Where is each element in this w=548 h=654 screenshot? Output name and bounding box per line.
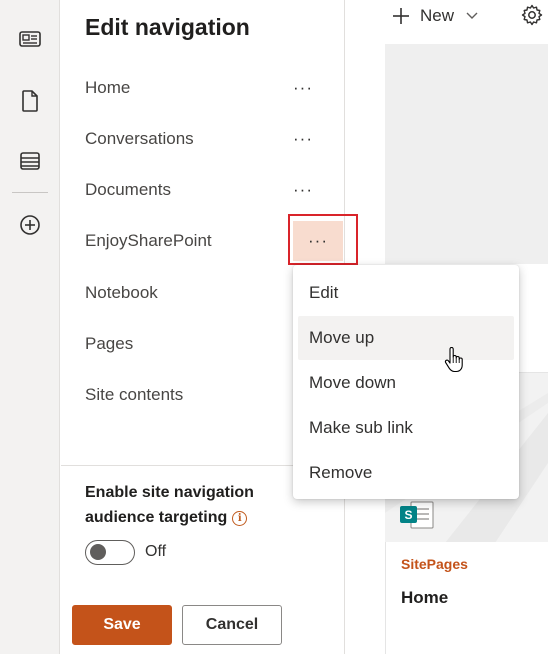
nav-item-label: Notebook: [85, 283, 158, 302]
nav-item-label: Pages: [85, 334, 134, 353]
nav-item-label: Home: [85, 78, 131, 97]
chevron-down-icon: [466, 12, 478, 19]
context-menu: Edit Move up Move down Make sub link Rem…: [293, 265, 519, 499]
audience-targeting-text: Enable site navigation audience targetin…: [85, 484, 254, 526]
card-title[interactable]: Home: [401, 588, 448, 608]
gear-icon[interactable]: [521, 4, 543, 26]
menu-item-remove[interactable]: Remove: [298, 451, 514, 495]
menu-item-edit[interactable]: Edit: [298, 271, 514, 315]
list-icon[interactable]: [16, 147, 44, 175]
info-icon[interactable]: i: [232, 511, 248, 526]
svg-text:S: S: [404, 508, 412, 522]
toggle-knob: [90, 544, 106, 560]
add-circle-icon[interactable]: [16, 211, 44, 239]
nav-item-label: EnjoySharePoint: [85, 231, 212, 250]
new-button-label: New: [420, 6, 455, 25]
cancel-button[interactable]: Cancel: [182, 605, 282, 645]
sharepoint-page-icon: S: [400, 501, 434, 529]
new-button[interactable]: New: [392, 4, 478, 28]
more-options-button[interactable]: ···: [286, 73, 320, 103]
toggle-state-label: Off: [145, 543, 167, 560]
audience-targeting-toggle[interactable]: [85, 540, 135, 565]
nav-item-label: Documents: [85, 180, 171, 199]
news-icon[interactable]: [16, 25, 44, 53]
menu-item-make-sub-link[interactable]: Make sub link: [298, 406, 514, 450]
hand-pointer-icon: [444, 347, 463, 373]
more-options-button[interactable]: ···: [286, 124, 320, 154]
menu-item-move-down[interactable]: Move down: [298, 361, 514, 405]
save-button[interactable]: Save: [72, 605, 172, 645]
more-options-button[interactable]: ···: [286, 175, 320, 205]
app-rail: [0, 0, 60, 654]
plus-icon: [393, 8, 409, 24]
nav-item-label: Site contents: [85, 385, 184, 404]
audience-targeting-label: Enable site navigation audience targetin…: [85, 480, 325, 530]
card-thumbnail-top: [385, 44, 548, 264]
menu-item-move-up[interactable]: Move up: [298, 316, 514, 360]
rail-divider: [12, 192, 48, 193]
highlight-box: [288, 214, 358, 265]
document-icon[interactable]: [16, 87, 44, 115]
card-category[interactable]: SitePages: [401, 556, 468, 572]
nav-item-label: Conversations: [85, 129, 194, 148]
panel-title: Edit navigation: [85, 14, 250, 40]
